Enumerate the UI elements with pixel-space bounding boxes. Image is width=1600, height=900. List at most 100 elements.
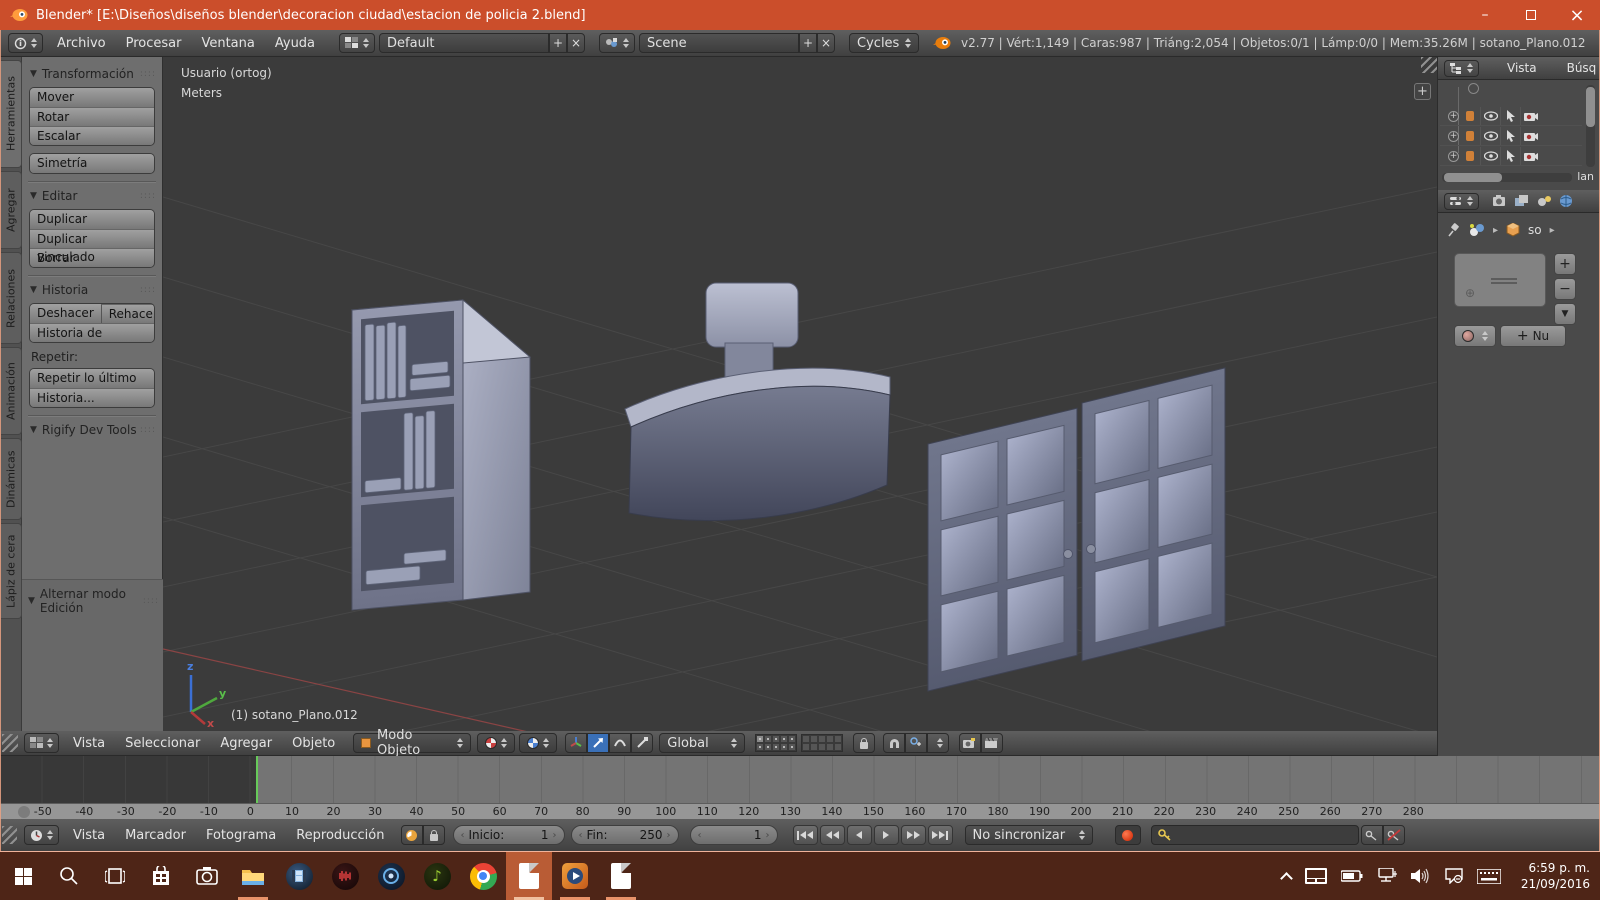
media-player-disc-button[interactable] (368, 852, 414, 900)
new-material-button[interactable]: + Nu (1500, 325, 1566, 347)
network-icon[interactable] (1377, 868, 1397, 884)
selectability-cell[interactable] (1500, 147, 1520, 165)
screen-layout-browse-button[interactable] (339, 33, 375, 53)
camera-app-button[interactable] (184, 852, 230, 900)
menu-archivo[interactable]: Archivo (47, 36, 116, 51)
section-transformacion[interactable]: ▼ Transformación :::: (30, 67, 156, 81)
maximize-button[interactable] (1508, 0, 1554, 30)
layer-grid-1[interactable] (755, 734, 797, 752)
scene-lock-button[interactable] (853, 733, 875, 753)
corner-resize-grip[interactable] (2, 734, 18, 752)
volume-icon[interactable] (1411, 868, 1431, 884)
renderability-cell[interactable] (1520, 147, 1540, 165)
move-button[interactable]: Mover (30, 88, 154, 107)
render-tab-icon[interactable] (1491, 193, 1509, 209)
add-slot-button[interactable]: + (1554, 253, 1576, 275)
rotate-manipulator-button[interactable] (609, 733, 631, 753)
delete-keyframe-button[interactable] (1383, 825, 1405, 845)
object-menu[interactable]: Objeto (282, 736, 345, 751)
view-menu[interactable]: Vista (63, 736, 115, 751)
desk-chair-object[interactable] (625, 283, 890, 521)
corner-resize-grip[interactable] (2, 826, 17, 844)
tab-agregar[interactable]: Agregar (1, 171, 22, 249)
end-frame-field[interactable]: ‹ Fin: 250 › (571, 825, 679, 845)
preview-range-button[interactable] (401, 825, 423, 845)
chrome-button[interactable] (460, 852, 506, 900)
start-frame-field[interactable]: ‹ Inicio: 1 › (453, 825, 565, 845)
add-menu[interactable]: Agregar (210, 736, 282, 751)
menu-procesar[interactable]: Procesar (116, 36, 192, 51)
tab-dinamicas[interactable]: Dinámicas (1, 438, 22, 520)
repeat-last-button[interactable]: Repetir lo último (30, 369, 154, 388)
jump-to-start-button[interactable] (793, 825, 818, 845)
tab-lapiz-de-cera[interactable]: Lápiz de cera (1, 523, 22, 619)
outliner-row[interactable]: + (1440, 147, 1582, 166)
screen-layout-field[interactable]: Default (379, 33, 549, 53)
tray-expand-icon[interactable] (1280, 872, 1293, 885)
play-button[interactable] (874, 825, 899, 845)
decrement-arrow-icon[interactable]: ‹ (698, 830, 702, 841)
increment-arrow-icon[interactable]: › (667, 830, 671, 841)
keying-set-field[interactable] (1151, 825, 1359, 845)
media-player-film-button[interactable] (276, 852, 322, 900)
outliner-menu-vista[interactable]: Vista (1497, 61, 1547, 75)
scroll-thumb[interactable] (1444, 173, 1502, 182)
scene-tab-icon[interactable] (1535, 193, 1553, 209)
material-browse-button[interactable] (1454, 325, 1496, 347)
timeline-menu-reproduccion[interactable]: Reproducción (286, 828, 394, 843)
visibility-cell[interactable] (1480, 147, 1500, 165)
snap-mode-button[interactable] (927, 733, 949, 753)
undo-button[interactable]: Deshacer (30, 304, 101, 323)
battery-icon[interactable] (1341, 870, 1363, 882)
music-app-button[interactable]: ♪ (414, 852, 460, 900)
video-player-app-button[interactable] (552, 852, 598, 900)
object-context-label[interactable]: so (1528, 223, 1542, 237)
increment-arrow-icon[interactable]: › (766, 830, 770, 841)
scroll-thumb[interactable] (1586, 87, 1595, 127)
layers-widget[interactable] (755, 734, 843, 752)
file-explorer-button[interactable] (230, 852, 276, 900)
outliner-row[interactable]: + (1440, 127, 1582, 146)
touch-keyboard-icon[interactable] (1477, 869, 1501, 884)
timeline-menu-vista[interactable]: Vista (63, 828, 115, 843)
increment-arrow-icon[interactable]: › (553, 830, 557, 841)
expand-icon[interactable]: + (1448, 151, 1459, 162)
render-layers-tab-icon[interactable] (1513, 193, 1531, 209)
editor-type-button-info[interactable] (8, 33, 43, 53)
slot-specials-button[interactable]: ▼ (1554, 303, 1576, 325)
jump-to-end-button[interactable] (928, 825, 953, 845)
select-menu[interactable]: Seleccionar (115, 736, 210, 751)
editor-type-button-properties[interactable] (1444, 193, 1479, 210)
menu-ayuda[interactable]: Ayuda (265, 36, 325, 51)
visibility-cell[interactable] (1480, 127, 1500, 145)
renderability-cell[interactable] (1520, 107, 1540, 125)
clock[interactable]: 6:59 p. m. 21/09/2016 (1521, 860, 1590, 892)
manipulator-toggle-button[interactable] (565, 733, 587, 753)
section-rigify[interactable]: ▼ Rigify Dev Tools :::: (30, 423, 156, 437)
scale-manipulator-button[interactable] (631, 733, 653, 753)
duplicate-button[interactable]: Duplicar (30, 210, 154, 229)
editor-type-button-outliner[interactable] (1444, 60, 1479, 77)
transform-orientation-dropdown[interactable]: Global (659, 733, 745, 753)
selectability-cell[interactable] (1500, 107, 1520, 125)
decrement-arrow-icon[interactable]: ‹ (579, 830, 583, 841)
start-button[interactable] (0, 852, 46, 900)
add-scene-button[interactable]: + (799, 33, 817, 53)
close-button[interactable]: × (1554, 0, 1600, 30)
decrement-arrow-icon[interactable]: ‹ (461, 830, 465, 841)
tab-relaciones[interactable]: Relaciones (1, 252, 22, 344)
current-frame-field[interactable]: ‹ 1 › (690, 825, 778, 845)
visibility-cell[interactable] (1480, 107, 1500, 125)
double-doors-object[interactable] (928, 368, 1225, 691)
tab-herramientas[interactable]: Herramientas (1, 60, 22, 168)
outliner-hscrollbar[interactable] (1442, 173, 1572, 182)
auto-keyframe-button[interactable] (1115, 825, 1141, 845)
prev-keyframe-button[interactable] (820, 825, 845, 845)
rotate-button[interactable]: Rotar (30, 107, 154, 126)
store-button[interactable] (138, 852, 184, 900)
timeline-scrub-area[interactable] (0, 756, 1600, 803)
bookshelf-object[interactable] (352, 300, 530, 610)
search-button[interactable] (46, 852, 92, 900)
tab-animacion[interactable]: Animación (1, 347, 22, 435)
add-layout-button[interactable]: + (549, 33, 567, 53)
